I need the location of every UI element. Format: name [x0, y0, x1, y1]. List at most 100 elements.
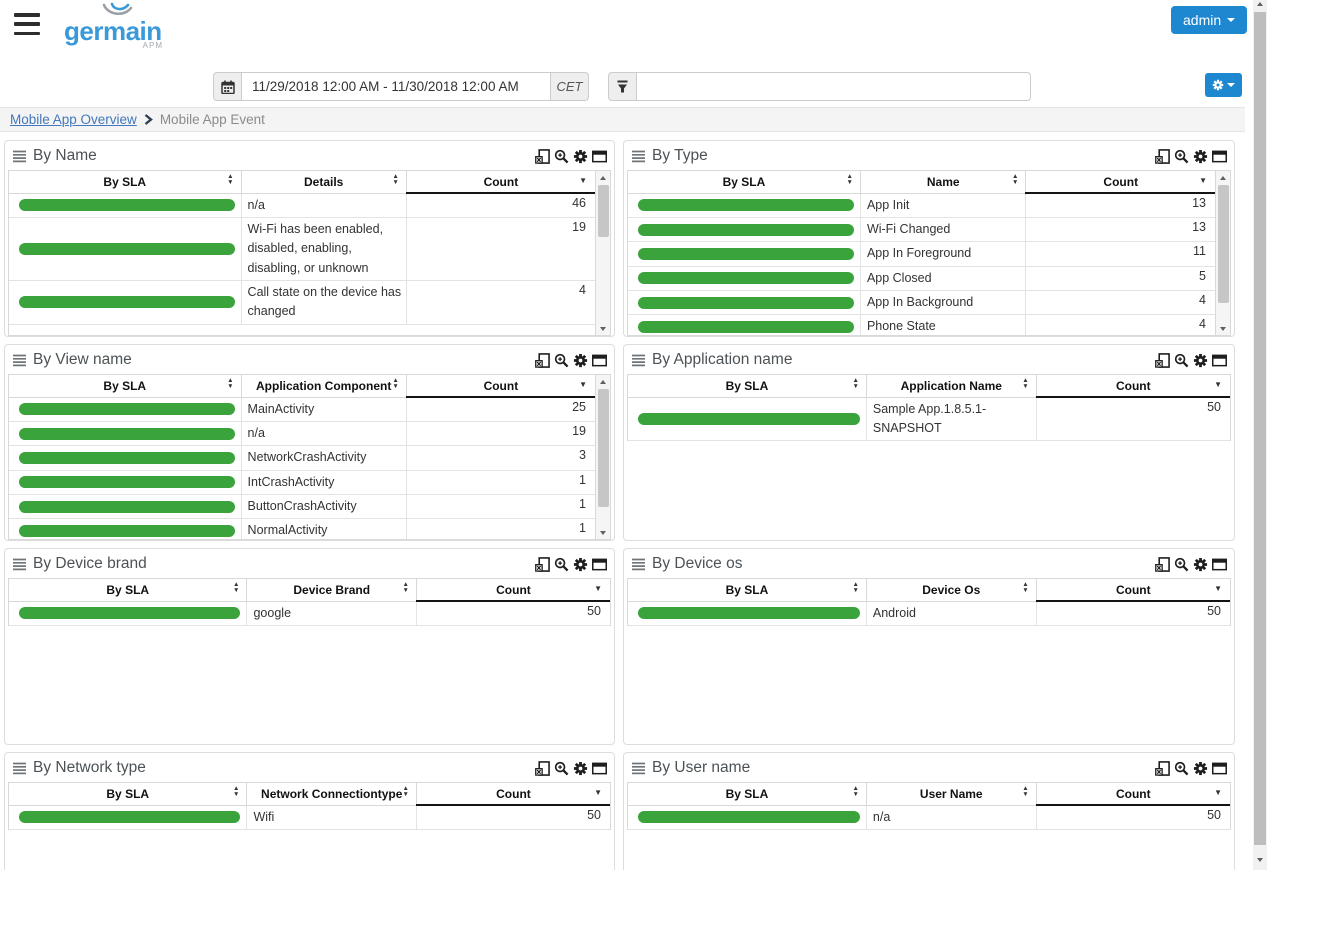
zoom-in-icon[interactable] [553, 148, 569, 164]
window-icon[interactable] [1211, 556, 1227, 572]
settings-icon[interactable] [1192, 556, 1208, 572]
admin-dropdown-button[interactable]: admin [1171, 6, 1247, 34]
zoom-in-icon[interactable] [1173, 760, 1189, 776]
date-range-input[interactable] [241, 72, 551, 101]
column-header-by-sla[interactable]: By SLA ▲▼ [9, 579, 247, 601]
zoom-in-icon[interactable] [1173, 556, 1189, 572]
scroll-up-icon[interactable] [596, 171, 610, 184]
table-row[interactable]: Phone State4 [628, 315, 1215, 336]
page-scrollbar-thumb[interactable] [1254, 12, 1266, 845]
column-header-dimension[interactable]: Application Name ▲▼ [866, 375, 1036, 397]
excel-export-icon[interactable] [534, 352, 550, 368]
scroll-up-icon[interactable] [596, 375, 610, 388]
scroll-down-icon[interactable] [596, 526, 610, 539]
column-header-count[interactable]: Count ▼ [406, 171, 595, 193]
column-header-dimension[interactable]: Application Component ▲▼ [241, 375, 406, 397]
table-scrollbar-thumb[interactable] [1218, 185, 1229, 303]
table-row[interactable]: n/a19 [9, 421, 595, 445]
table-scrollbar-thumb[interactable] [598, 389, 609, 507]
column-header-count[interactable]: Count ▼ [416, 579, 610, 601]
settings-icon[interactable] [1192, 760, 1208, 776]
window-icon[interactable] [591, 760, 607, 776]
scroll-down-icon[interactable] [1216, 322, 1230, 335]
table-scrollbar-thumb[interactable] [598, 185, 609, 237]
table-scrollbar[interactable] [595, 171, 610, 335]
table-row[interactable]: Wifi50 [9, 805, 610, 829]
excel-export-icon[interactable] [534, 556, 550, 572]
window-icon[interactable] [591, 148, 607, 164]
column-header-dimension[interactable]: Name ▲▼ [860, 171, 1026, 193]
column-header-count[interactable]: Count ▼ [1036, 375, 1230, 397]
column-header-count[interactable]: Count ▼ [406, 375, 595, 397]
table-row[interactable]: Wi-Fi has been enabled, disabled, enabli… [9, 217, 595, 280]
column-header-count[interactable]: Count ▼ [1036, 783, 1230, 805]
table-row[interactable]: NetworkCrashActivity3 [9, 446, 595, 470]
column-header-by-sla[interactable]: By SLA ▲▼ [9, 375, 241, 397]
column-header-dimension[interactable]: Device Os ▲▼ [866, 579, 1036, 601]
excel-export-icon[interactable] [534, 760, 550, 776]
settings-icon[interactable] [1192, 148, 1208, 164]
settings-icon[interactable] [572, 148, 588, 164]
excel-export-icon[interactable] [1154, 760, 1170, 776]
table-scrollbar[interactable] [1215, 171, 1230, 335]
table-row[interactable]: ButtonCrashActivity1 [9, 495, 595, 519]
table-row[interactable]: App In Background4 [628, 291, 1215, 315]
calendar-icon[interactable] [213, 72, 241, 101]
scroll-down-icon[interactable] [596, 322, 610, 335]
column-header-by-sla[interactable]: By SLA ▲▼ [628, 171, 860, 193]
table-scrollbar[interactable] [595, 375, 610, 539]
window-icon[interactable] [591, 352, 607, 368]
table-row[interactable]: MainActivity25 [9, 397, 595, 421]
window-icon[interactable] [591, 556, 607, 572]
settings-icon[interactable] [572, 352, 588, 368]
column-header-by-sla[interactable]: By SLA ▲▼ [628, 783, 866, 805]
breadcrumb-link-mobile-app-overview[interactable]: Mobile App Overview [10, 112, 137, 127]
table-row[interactable]: NormalActivity1 [9, 519, 595, 540]
column-header-count[interactable]: Count ▼ [1026, 171, 1215, 193]
page-scrollbar[interactable] [1253, 0, 1267, 870]
table-row[interactable]: n/a46 [9, 193, 595, 217]
excel-export-icon[interactable] [1154, 556, 1170, 572]
scroll-down-icon[interactable] [1253, 858, 1267, 862]
table-row[interactable]: google50 [9, 601, 610, 625]
hamburger-menu-icon[interactable] [14, 13, 40, 35]
window-icon[interactable] [1211, 148, 1227, 164]
filter-icon[interactable] [608, 72, 636, 101]
table-row[interactable]: App In Foreground11 [628, 242, 1215, 266]
column-header-dimension[interactable]: Network Connectiontype ▲▼ [247, 783, 416, 805]
column-header-count[interactable]: Count ▼ [416, 783, 610, 805]
table-row[interactable]: Sample App.1.8.5.1-SNAPSHOT50 [628, 397, 1230, 441]
window-icon[interactable] [1211, 760, 1227, 776]
column-header-by-sla[interactable]: By SLA ▲▼ [9, 783, 247, 805]
column-header-dimension[interactable]: User Name ▲▼ [866, 783, 1036, 805]
table-row[interactable]: App Init13 [628, 193, 1215, 217]
column-header-dimension[interactable]: Details ▲▼ [241, 171, 406, 193]
table-row[interactable]: App Closed5 [628, 266, 1215, 290]
excel-export-icon[interactable] [534, 148, 550, 164]
settings-dropdown-button[interactable] [1205, 73, 1242, 97]
settings-icon[interactable] [572, 760, 588, 776]
excel-export-icon[interactable] [1154, 352, 1170, 368]
column-header-dimension[interactable]: Device Brand ▲▼ [247, 579, 416, 601]
column-header-count[interactable]: Count ▼ [1036, 579, 1230, 601]
table-row[interactable]: IntCrashActivity1 [9, 470, 595, 494]
column-header-by-sla[interactable]: By SLA ▲▼ [628, 375, 866, 397]
table-row[interactable]: n/a50 [628, 805, 1230, 829]
table-row[interactable]: Android50 [628, 601, 1230, 625]
window-icon[interactable] [1211, 352, 1227, 368]
settings-icon[interactable] [1192, 352, 1208, 368]
zoom-in-icon[interactable] [553, 760, 569, 776]
table-row[interactable]: Wi-Fi Changed13 [628, 217, 1215, 241]
filter-input[interactable] [636, 72, 1031, 101]
zoom-in-icon[interactable] [553, 556, 569, 572]
zoom-in-icon[interactable] [553, 352, 569, 368]
scroll-up-icon[interactable] [1253, 2, 1267, 6]
zoom-in-icon[interactable] [1173, 352, 1189, 368]
column-header-by-sla[interactable]: By SLA ▲▼ [628, 579, 866, 601]
zoom-in-icon[interactable] [1173, 148, 1189, 164]
table-row[interactable]: Call state on the device has changed4 [9, 281, 595, 325]
column-header-by-sla[interactable]: By SLA ▲▼ [9, 171, 241, 193]
excel-export-icon[interactable] [1154, 148, 1170, 164]
settings-icon[interactable] [572, 556, 588, 572]
scroll-up-icon[interactable] [1216, 171, 1230, 184]
